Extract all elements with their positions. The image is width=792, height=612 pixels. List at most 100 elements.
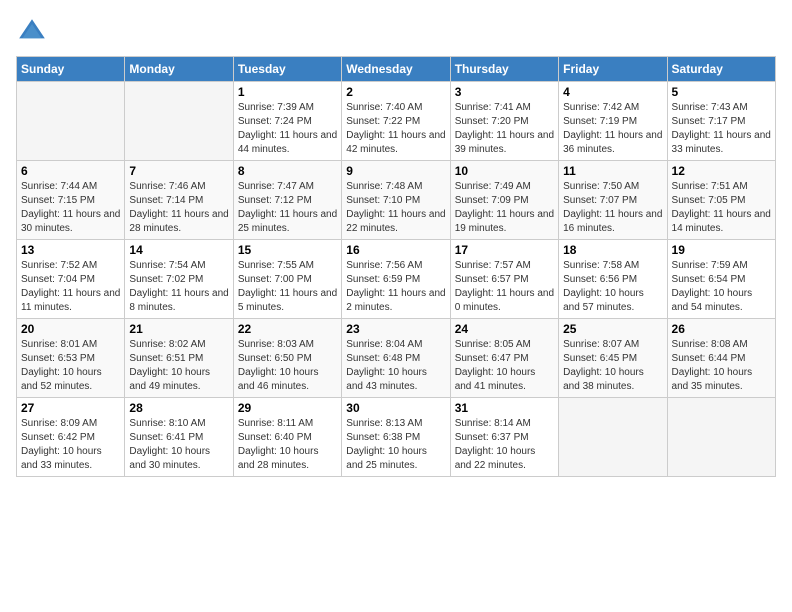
calendar-cell: 13 Sunrise: 7:52 AM Sunset: 7:04 PM Dayli… xyxy=(17,240,125,319)
cell-info: Sunrise: 7:47 AM Sunset: 7:12 PM Dayligh… xyxy=(238,180,337,236)
day-number: 10 xyxy=(455,164,554,178)
day-number: 20 xyxy=(21,322,120,336)
cell-info: Sunrise: 8:10 AM Sunset: 6:41 PM Dayligh… xyxy=(129,417,228,473)
day-number: 11 xyxy=(563,164,662,178)
calendar-cell xyxy=(125,82,233,161)
calendar-cell: 21 Sunrise: 8:02 AM Sunset: 6:51 PM Dayli… xyxy=(125,319,233,398)
calendar-cell: 16Sunrise: 7:56 AM Sunset: 6:59 PM Dayli… xyxy=(342,240,450,319)
page-header xyxy=(16,16,776,48)
calendar-cell: 19 Sunrise: 7:59 AM Sunset: 6:54 PM Dayli… xyxy=(667,240,775,319)
cell-info: Sunrise: 8:04 AM Sunset: 6:48 PM Dayligh… xyxy=(346,338,445,394)
cell-info: Sunrise: 8:11 AM Sunset: 6:40 PM Dayligh… xyxy=(238,417,337,473)
calendar-cell: 18 Sunrise: 7:58 AM Sunset: 6:56 PM Dayli… xyxy=(559,240,667,319)
calendar-cell: 5Sunrise: 7:43 AM Sunset: 7:17 PM Daylig… xyxy=(667,82,775,161)
calendar-cell: 2 Sunrise: 7:40 AM Sunset: 7:22 PM Daylig… xyxy=(342,82,450,161)
cell-info: Sunrise: 7:58 AM Sunset: 6:56 PM Dayligh… xyxy=(563,259,662,315)
cell-info: Sunrise: 7:52 AM Sunset: 7:04 PM Dayligh… xyxy=(21,259,120,315)
cell-info: Sunrise: 7:51 AM Sunset: 7:05 PM Dayligh… xyxy=(672,180,771,236)
day-number: 4 xyxy=(563,85,662,99)
cell-info: Sunrise: 7:39 AM Sunset: 7:24 PM Dayligh… xyxy=(238,101,337,157)
day-number: 30 xyxy=(346,401,445,415)
day-number: 29 xyxy=(238,401,337,415)
cell-info: Sunrise: 8:02 AM Sunset: 6:51 PM Dayligh… xyxy=(129,338,228,394)
day-number: 21 xyxy=(129,322,228,336)
cell-info: Sunrise: 7:40 AM Sunset: 7:22 PM Dayligh… xyxy=(346,101,445,157)
calendar-week-row: 27Sunrise: 8:09 AM Sunset: 6:42 PM Dayli… xyxy=(17,398,776,477)
cell-info: Sunrise: 7:41 AM Sunset: 7:20 PM Dayligh… xyxy=(455,101,554,157)
day-number: 13 xyxy=(21,243,120,257)
calendar-cell: 12 Sunrise: 7:51 AM Sunset: 7:05 PM Dayli… xyxy=(667,161,775,240)
calendar-week-row: 6Sunrise: 7:44 AM Sunset: 7:15 PM Daylig… xyxy=(17,161,776,240)
day-number: 7 xyxy=(129,164,228,178)
calendar-cell: 6Sunrise: 7:44 AM Sunset: 7:15 PM Daylig… xyxy=(17,161,125,240)
cell-info: Sunrise: 8:14 AM Sunset: 6:37 PM Dayligh… xyxy=(455,417,554,473)
calendar-header-row: SundayMondayTuesdayWednesdayThursdayFrid… xyxy=(17,57,776,82)
cell-info: Sunrise: 7:56 AM Sunset: 6:59 PM Dayligh… xyxy=(346,259,445,315)
calendar-header-tuesday: Tuesday xyxy=(233,57,341,82)
calendar-cell: 30 Sunrise: 8:13 AM Sunset: 6:38 PM Dayli… xyxy=(342,398,450,477)
day-number: 9 xyxy=(346,164,445,178)
calendar-cell: 22 Sunrise: 8:03 AM Sunset: 6:50 PM Dayli… xyxy=(233,319,341,398)
calendar-cell xyxy=(17,82,125,161)
day-number: 3 xyxy=(455,85,554,99)
day-number: 17 xyxy=(455,243,554,257)
day-number: 15 xyxy=(238,243,337,257)
day-number: 24 xyxy=(455,322,554,336)
cell-info: Sunrise: 8:07 AM Sunset: 6:45 PM Dayligh… xyxy=(563,338,662,394)
day-number: 18 xyxy=(563,243,662,257)
day-number: 23 xyxy=(346,322,445,336)
calendar-header-wednesday: Wednesday xyxy=(342,57,450,82)
calendar-cell: 24 Sunrise: 8:05 AM Sunset: 6:47 PM Dayli… xyxy=(450,319,558,398)
calendar-cell: 3 Sunrise: 7:41 AM Sunset: 7:20 PM Daylig… xyxy=(450,82,558,161)
cell-info: Sunrise: 8:08 AM Sunset: 6:44 PM Dayligh… xyxy=(672,338,771,394)
logo xyxy=(16,16,52,48)
calendar-cell: 11 Sunrise: 7:50 AM Sunset: 7:07 PM Dayli… xyxy=(559,161,667,240)
calendar-header-sunday: Sunday xyxy=(17,57,125,82)
cell-info: Sunrise: 8:05 AM Sunset: 6:47 PM Dayligh… xyxy=(455,338,554,394)
calendar-cell: 14Sunrise: 7:54 AM Sunset: 7:02 PM Dayli… xyxy=(125,240,233,319)
day-number: 22 xyxy=(238,322,337,336)
calendar-cell: 26 Sunrise: 8:08 AM Sunset: 6:44 PM Dayli… xyxy=(667,319,775,398)
calendar-week-row: 1 Sunrise: 7:39 AM Sunset: 7:24 PM Daylig… xyxy=(17,82,776,161)
cell-info: Sunrise: 7:57 AM Sunset: 6:57 PM Dayligh… xyxy=(455,259,554,315)
calendar-cell xyxy=(559,398,667,477)
cell-info: Sunrise: 8:01 AM Sunset: 6:53 PM Dayligh… xyxy=(21,338,120,394)
day-number: 2 xyxy=(346,85,445,99)
calendar-cell: 4Sunrise: 7:42 AM Sunset: 7:19 PM Daylig… xyxy=(559,82,667,161)
calendar-header-saturday: Saturday xyxy=(667,57,775,82)
cell-info: Sunrise: 7:48 AM Sunset: 7:10 PM Dayligh… xyxy=(346,180,445,236)
day-number: 28 xyxy=(129,401,228,415)
cell-info: Sunrise: 8:13 AM Sunset: 6:38 PM Dayligh… xyxy=(346,417,445,473)
calendar-header-friday: Friday xyxy=(559,57,667,82)
cell-info: Sunrise: 7:55 AM Sunset: 7:00 PM Dayligh… xyxy=(238,259,337,315)
cell-info: Sunrise: 7:46 AM Sunset: 7:14 PM Dayligh… xyxy=(129,180,228,236)
calendar-header-thursday: Thursday xyxy=(450,57,558,82)
day-number: 8 xyxy=(238,164,337,178)
calendar-cell: 23 Sunrise: 8:04 AM Sunset: 6:48 PM Dayli… xyxy=(342,319,450,398)
calendar-cell: 25Sunrise: 8:07 AM Sunset: 6:45 PM Dayli… xyxy=(559,319,667,398)
calendar-cell: 28 Sunrise: 8:10 AM Sunset: 6:41 PM Dayli… xyxy=(125,398,233,477)
cell-info: Sunrise: 8:09 AM Sunset: 6:42 PM Dayligh… xyxy=(21,417,120,473)
cell-info: Sunrise: 7:54 AM Sunset: 7:02 PM Dayligh… xyxy=(129,259,228,315)
day-number: 31 xyxy=(455,401,554,415)
day-number: 19 xyxy=(672,243,771,257)
calendar-cell xyxy=(667,398,775,477)
day-number: 12 xyxy=(672,164,771,178)
cell-info: Sunrise: 7:59 AM Sunset: 6:54 PM Dayligh… xyxy=(672,259,771,315)
day-number: 1 xyxy=(238,85,337,99)
cell-info: Sunrise: 8:03 AM Sunset: 6:50 PM Dayligh… xyxy=(238,338,337,394)
calendar-cell: 17 Sunrise: 7:57 AM Sunset: 6:57 PM Dayli… xyxy=(450,240,558,319)
calendar-cell: 20 Sunrise: 8:01 AM Sunset: 6:53 PM Dayli… xyxy=(17,319,125,398)
cell-info: Sunrise: 7:49 AM Sunset: 7:09 PM Dayligh… xyxy=(455,180,554,236)
cell-info: Sunrise: 7:43 AM Sunset: 7:17 PM Dayligh… xyxy=(672,101,771,157)
day-number: 26 xyxy=(672,322,771,336)
calendar-cell: 31 Sunrise: 8:14 AM Sunset: 6:37 PM Dayli… xyxy=(450,398,558,477)
calendar-cell: 27Sunrise: 8:09 AM Sunset: 6:42 PM Dayli… xyxy=(17,398,125,477)
calendar-cell: 15 Sunrise: 7:55 AM Sunset: 7:00 PM Dayli… xyxy=(233,240,341,319)
calendar-header-monday: Monday xyxy=(125,57,233,82)
cell-info: Sunrise: 7:50 AM Sunset: 7:07 PM Dayligh… xyxy=(563,180,662,236)
calendar-cell: 1 Sunrise: 7:39 AM Sunset: 7:24 PM Daylig… xyxy=(233,82,341,161)
calendar-cell: 9 Sunrise: 7:48 AM Sunset: 7:10 PM Daylig… xyxy=(342,161,450,240)
calendar-week-row: 13 Sunrise: 7:52 AM Sunset: 7:04 PM Dayli… xyxy=(17,240,776,319)
calendar-cell: 7 Sunrise: 7:46 AM Sunset: 7:14 PM Daylig… xyxy=(125,161,233,240)
